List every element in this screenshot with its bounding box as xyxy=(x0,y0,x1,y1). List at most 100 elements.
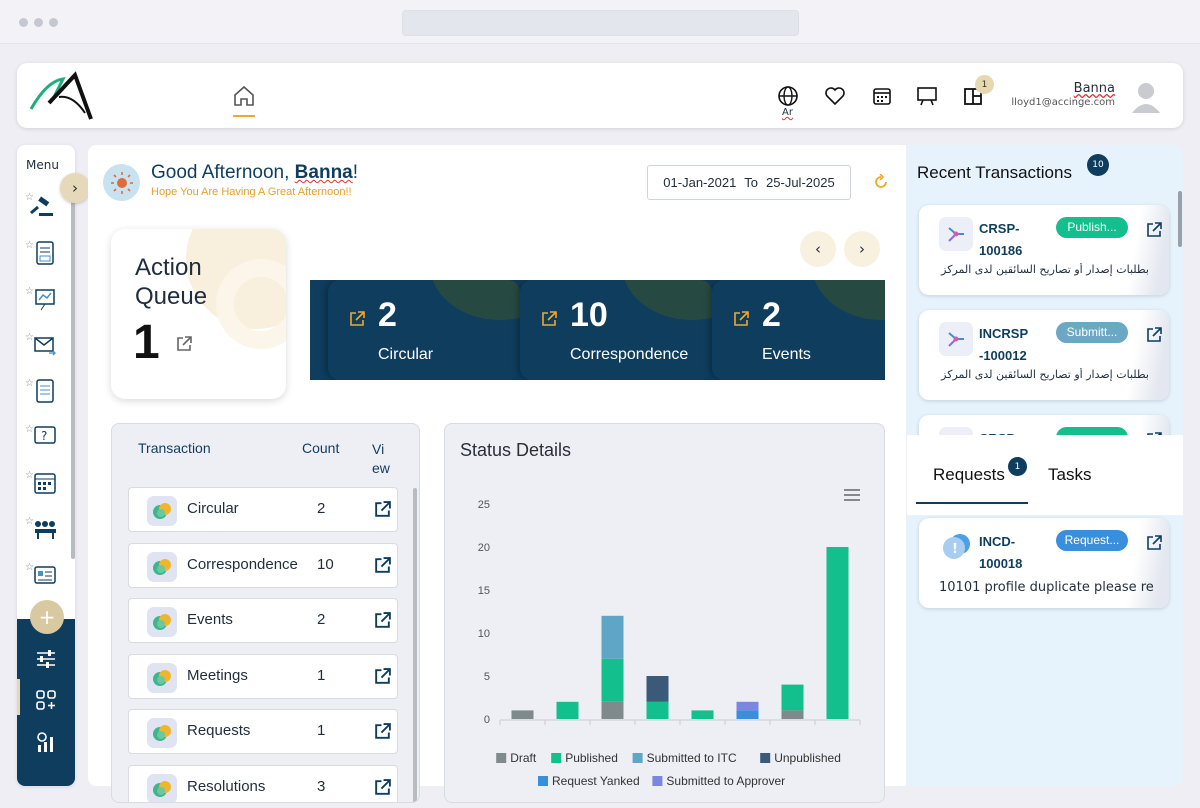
card-count: 2 xyxy=(378,296,397,334)
bar-segment xyxy=(736,710,759,719)
menu-label: Menu xyxy=(26,158,59,172)
external-link-icon[interactable] xyxy=(1145,534,1163,552)
brand-logo[interactable] xyxy=(29,69,95,125)
home-nav[interactable] xyxy=(233,85,255,117)
table-row[interactable]: Resolutions 3 xyxy=(128,764,398,802)
list-item[interactable]: INCRSP -100012 Submitt... بطلبات إصدار أو… xyxy=(919,310,1169,400)
external-link-icon[interactable] xyxy=(373,778,392,797)
recent-transactions-panel: Recent Transactions 10 CRSP- 100186 Publi… xyxy=(907,145,1183,786)
transaction-type-icon xyxy=(147,718,177,748)
meeting-icon[interactable]: ☆ xyxy=(25,515,57,543)
id-card-icon[interactable]: ☆ xyxy=(25,561,57,589)
external-link-icon[interactable] xyxy=(175,335,193,357)
action-queue-card[interactable]: Action Queue 1 xyxy=(111,229,286,399)
presentation-icon[interactable]: ☆ xyxy=(25,285,57,313)
checklist-icon[interactable]: ☆ xyxy=(25,239,57,267)
table-row[interactable]: Events 2 xyxy=(128,598,398,643)
bar-segment xyxy=(601,658,624,702)
bar-segment xyxy=(736,701,759,711)
external-link-icon[interactable] xyxy=(373,611,392,630)
apps-add-icon[interactable] xyxy=(35,689,57,715)
transaction-type-icon xyxy=(147,662,177,693)
svg-text:?: ? xyxy=(41,429,47,443)
greeting-subtitle: Hope You Are Having A Great Afternoon!! xyxy=(151,186,352,198)
tab-requests[interactable]: Requests xyxy=(933,465,1005,485)
date-range-picker[interactable]: 01-Jan-2021 To 25-Jul-2025 xyxy=(647,165,851,200)
transaction-type-icon xyxy=(147,607,177,637)
sliders-icon[interactable] xyxy=(35,649,57,673)
list-item[interactable]: CRSP- 100186 Publish... بطلبات إصدار أو ت… xyxy=(919,205,1169,295)
request-description: 10101 profile duplicate please re... xyxy=(939,580,1154,595)
add-button[interactable]: + xyxy=(30,600,64,634)
transaction-count: 1 xyxy=(317,666,326,684)
prev-button[interactable]: ‹ xyxy=(800,231,836,267)
list-scrollbar[interactable] xyxy=(413,488,417,802)
card-label: Circular xyxy=(378,346,434,363)
external-link-icon[interactable] xyxy=(373,722,392,741)
gavel-icon[interactable]: ☆ xyxy=(25,191,57,219)
bar-segment xyxy=(601,701,624,719)
external-link-icon[interactable] xyxy=(348,310,366,328)
card-count: 10 xyxy=(570,296,608,334)
expand-sidebar-button[interactable]: › xyxy=(60,173,90,203)
recent-scrollbar[interactable] xyxy=(1178,191,1182,247)
legend-swatch xyxy=(760,753,771,763)
column-header-view: Vi ew xyxy=(372,441,390,476)
tabs-section: Requests 1 Tasks xyxy=(907,435,1183,515)
y-tick-label: 5 xyxy=(484,671,490,683)
globe-icon[interactable] xyxy=(777,85,799,107)
external-link-icon[interactable] xyxy=(373,556,392,575)
legend-swatch xyxy=(538,776,548,786)
summary-card-circular[interactable]: 2 Circular xyxy=(328,280,520,380)
legend-swatch xyxy=(496,753,507,763)
bar-segment xyxy=(646,676,669,702)
y-tick-label: 10 xyxy=(478,628,490,640)
analytics-icon[interactable] xyxy=(35,731,57,757)
external-link-icon[interactable] xyxy=(373,500,392,519)
table-row[interactable]: Meetings 1 xyxy=(128,653,398,699)
external-link-icon[interactable] xyxy=(732,310,750,328)
date-from: 01-Jan-2021 xyxy=(663,175,737,190)
transaction-description: بطلبات إصدار أو تصاريح السائقين لدى المر… xyxy=(939,263,1149,276)
presentation-icon[interactable] xyxy=(916,85,938,107)
tab-tasks[interactable]: Tasks xyxy=(1048,465,1091,485)
legend-swatch xyxy=(652,776,663,786)
heart-icon[interactable] xyxy=(824,85,846,107)
external-link-icon[interactable] xyxy=(1145,221,1163,239)
date-to-label: To xyxy=(744,175,759,190)
transaction-name: Meetings xyxy=(187,666,248,684)
external-link-icon[interactable] xyxy=(540,310,558,328)
calendar-icon[interactable] xyxy=(871,85,893,107)
svg-text:☆: ☆ xyxy=(25,470,34,481)
calendar-icon[interactable]: ☆ xyxy=(25,469,57,497)
transaction-type-icon xyxy=(147,773,177,802)
refresh-icon[interactable] xyxy=(873,173,889,190)
transaction-name: Resolutions xyxy=(187,777,266,795)
external-link-icon[interactable] xyxy=(373,667,392,686)
request-card[interactable]: ! INCD- 100018 Request... 10101 profile d… xyxy=(919,518,1169,608)
next-button[interactable]: › xyxy=(844,231,880,267)
mail-transfer-icon[interactable]: ☆ xyxy=(25,331,57,359)
table-row[interactable]: Correspondence 10 xyxy=(128,542,398,588)
table-row[interactable]: Circular 2 xyxy=(128,487,398,532)
summary-card-correspondence[interactable]: 10 Correspondence xyxy=(520,280,712,380)
requests-count-badge: 1 xyxy=(1008,457,1027,476)
column-header-count: Count xyxy=(302,440,340,456)
user-email: lloyd1@accinge.com xyxy=(1011,97,1115,108)
help-icon[interactable]: ☆? xyxy=(25,423,57,451)
address-bar[interactable] xyxy=(402,10,799,36)
legend-label: Submitted to Approver xyxy=(666,774,785,788)
bar-segment xyxy=(511,710,534,719)
y-tick-label: 0 xyxy=(484,714,490,726)
avatar[interactable] xyxy=(1129,79,1163,113)
external-link-icon[interactable] xyxy=(1145,326,1163,344)
sidebar-scrollbar[interactable] xyxy=(71,179,75,559)
summary-card-events[interactable]: 2 Events xyxy=(712,280,885,380)
decoration xyxy=(430,280,520,320)
transaction-code: CRSP- 100186 xyxy=(979,221,1023,258)
transaction-icon xyxy=(939,322,973,356)
bar-segment xyxy=(781,684,804,711)
language-label[interactable]: Ar xyxy=(782,107,793,118)
table-row[interactable]: Requests 1 xyxy=(128,709,398,754)
document-list-icon[interactable]: ☆ xyxy=(25,377,57,405)
